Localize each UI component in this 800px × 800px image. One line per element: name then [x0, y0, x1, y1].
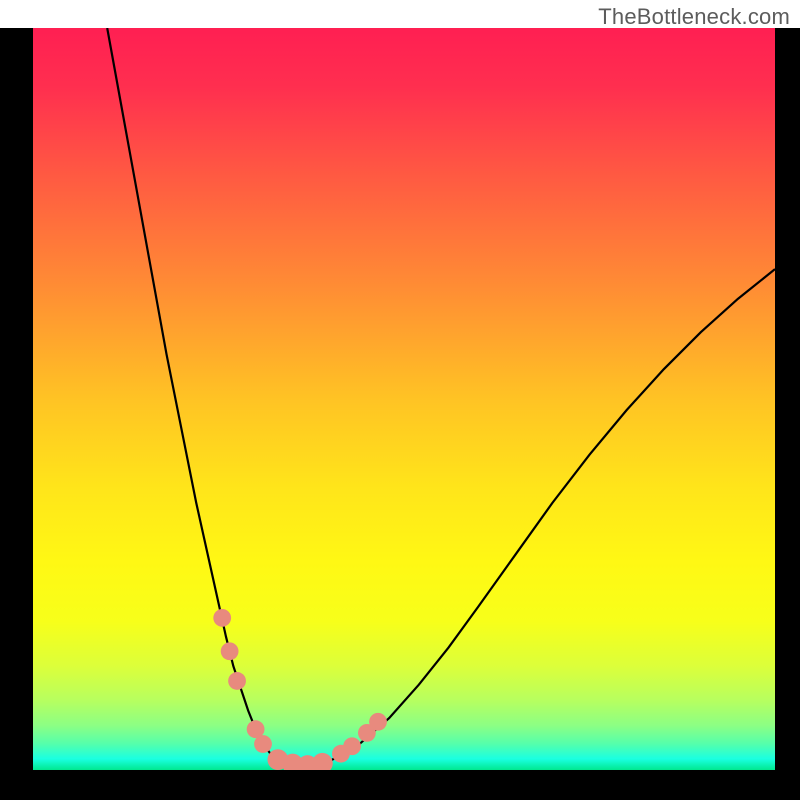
- curve-marker: [254, 735, 272, 753]
- curve-marker: [343, 737, 361, 755]
- curve-markers: [213, 609, 387, 770]
- plot-area: [33, 28, 775, 770]
- chart-stage: TheBottleneck.com: [0, 0, 800, 800]
- curve-marker: [213, 609, 231, 627]
- bottleneck-curve: [107, 28, 775, 766]
- curve-marker: [228, 672, 246, 690]
- curve-layer: [33, 28, 775, 770]
- curve-marker: [312, 753, 333, 770]
- curve-marker: [221, 642, 239, 660]
- watermark-label: TheBottleneck.com: [598, 4, 790, 30]
- curve-marker: [369, 713, 387, 731]
